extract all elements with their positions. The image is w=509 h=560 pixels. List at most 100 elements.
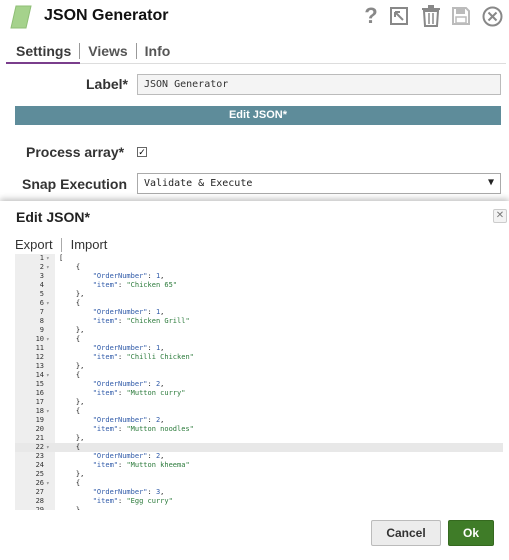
line-number: 13 <box>35 362 44 370</box>
fold-toggle-icon[interactable]: ▾ <box>46 299 54 308</box>
code-text: "OrderNumber": 3, <box>92 488 165 496</box>
line-number: 29 <box>35 506 44 510</box>
code-line[interactable]: 18 ▾ { <box>15 407 503 416</box>
code-text: "OrderNumber": 2, <box>92 452 165 460</box>
code-line[interactable]: 8 "item": "Chicken Grill" <box>15 317 503 326</box>
code-text: { <box>59 479 81 487</box>
code-line[interactable]: 9 }, <box>15 326 503 335</box>
line-number: 11 <box>35 344 44 352</box>
label-input[interactable]: JSON Generator <box>137 74 501 95</box>
code-text: "item": "Chilli Chicken" <box>92 353 194 361</box>
fold-toggle-icon[interactable]: ▾ <box>46 263 54 272</box>
code-line[interactable]: 11 "OrderNumber": 1, <box>15 344 503 353</box>
line-number: 18 <box>35 407 44 415</box>
process-array-checkbox[interactable]: ✓ <box>137 147 147 157</box>
code-text: "item": "Mutton noodles" <box>92 425 194 433</box>
code-text: "OrderNumber": 2, <box>92 416 165 424</box>
line-number: 25 <box>35 470 44 478</box>
code-line[interactable]: 10 ▾ { <box>15 335 503 344</box>
code-line[interactable]: 4 "item": "Chicken 65" <box>15 281 503 290</box>
line-number: 8 <box>39 317 44 325</box>
line-number: 24 <box>35 461 44 469</box>
code-text: } <box>59 506 81 510</box>
code-line[interactable]: 25 }, <box>15 470 503 479</box>
import-menu-item[interactable]: Import <box>71 237 108 252</box>
code-line[interactable]: 19 "OrderNumber": 2, <box>15 416 503 425</box>
code-line[interactable]: 22 ▾ { <box>15 443 503 452</box>
snap-execution-select[interactable]: Validate & Execute ▼ <box>137 173 501 194</box>
code-text: { <box>59 335 81 343</box>
delete-icon[interactable] <box>420 4 442 28</box>
snap-execution-value: Validate & Execute <box>144 178 253 189</box>
code-line[interactable]: 7 "OrderNumber": 1, <box>15 308 503 317</box>
close-icon[interactable]: ✕ <box>493 209 507 223</box>
line-number: 22 <box>35 443 44 451</box>
line-number: 20 <box>35 425 44 433</box>
tab-views[interactable]: Views <box>80 42 135 62</box>
fold-toggle-icon[interactable]: ▾ <box>46 335 54 344</box>
cancel-button[interactable]: Cancel <box>371 520 441 546</box>
line-number: 15 <box>35 380 44 388</box>
code-text: "item": "Egg curry" <box>92 497 173 505</box>
code-line[interactable]: 21 }, <box>15 434 503 443</box>
export-icon[interactable] <box>388 4 410 28</box>
line-number: 26 <box>35 479 44 487</box>
help-icon[interactable]: ? <box>360 3 382 28</box>
code-line[interactable]: 24 "item": "Mutton kheema" <box>15 461 503 470</box>
code-line[interactable]: 13 }, <box>15 362 503 371</box>
code-line[interactable]: 16 "item": "Mutton curry" <box>15 389 503 398</box>
save-icon[interactable] <box>450 4 472 28</box>
line-number: 14 <box>35 371 44 379</box>
fold-toggle-icon[interactable]: ▾ <box>46 371 54 380</box>
code-text: "item": "Chicken 65" <box>92 281 178 289</box>
code-line[interactable]: 20 "item": "Mutton noodles" <box>15 425 503 434</box>
code-line[interactable]: 5 }, <box>15 290 503 299</box>
code-line[interactable]: 29 } <box>15 506 503 510</box>
code-text: }, <box>59 326 85 334</box>
fold-toggle-icon[interactable]: ▾ <box>46 443 54 452</box>
edit-json-button[interactable]: Edit JSON* <box>15 106 501 125</box>
close-icon[interactable] <box>481 4 503 28</box>
code-text: }, <box>59 398 85 406</box>
code-text: "item": "Chicken Grill" <box>92 317 190 325</box>
json-code-editor[interactable]: 1 ▾[2 ▾ {3 "OrderNumber": 1, 4 "item": "Chi… <box>15 254 503 510</box>
code-text: { <box>59 407 81 415</box>
code-line[interactable]: 23 "OrderNumber": 2, <box>15 452 503 461</box>
code-line[interactable]: 3 "OrderNumber": 1, <box>15 272 503 281</box>
line-number: 1 <box>39 254 44 262</box>
code-line[interactable]: 15 "OrderNumber": 2, <box>15 380 503 389</box>
export-menu-item[interactable]: Export <box>15 237 53 252</box>
code-line[interactable]: 28 "item": "Egg curry" <box>15 497 503 506</box>
code-text: "OrderNumber": 1, <box>92 344 165 352</box>
code-line[interactable]: 12 "item": "Chilli Chicken" <box>15 353 503 362</box>
edit-json-title: Edit JSON* <box>16 209 90 225</box>
tab-bar: Settings Views Info <box>8 42 178 62</box>
code-text: "OrderNumber": 2, <box>92 380 165 388</box>
chevron-down-icon: ▼ <box>487 177 494 188</box>
fold-toggle-icon[interactable]: ▾ <box>46 479 54 488</box>
code-line[interactable]: 17 }, <box>15 398 503 407</box>
code-line[interactable]: 14 ▾ { <box>15 371 503 380</box>
tab-info[interactable]: Info <box>137 42 179 62</box>
code-text: }, <box>59 362 85 370</box>
code-line[interactable]: 6 ▾ { <box>15 299 503 308</box>
line-number: 10 <box>35 335 44 343</box>
fold-toggle-icon[interactable]: ▾ <box>46 407 54 416</box>
active-tab-indicator <box>6 62 80 64</box>
line-number: 9 <box>39 326 44 334</box>
dialog-title: JSON Generator <box>44 7 169 24</box>
code-line[interactable]: 26 ▾ { <box>15 479 503 488</box>
code-text: { <box>59 263 81 271</box>
code-line[interactable]: 27 "OrderNumber": 3, <box>15 488 503 497</box>
line-number: 3 <box>39 272 44 280</box>
code-line[interactable]: 1 ▾ [ <box>15 254 503 263</box>
fold-toggle-icon[interactable]: ▾ <box>46 254 54 263</box>
tab-settings[interactable]: Settings <box>8 42 79 62</box>
code-line[interactable]: 2 ▾ { <box>15 263 503 272</box>
line-number: 2 <box>39 263 44 271</box>
code-text: [ <box>59 254 64 262</box>
code-text: { <box>59 299 81 307</box>
line-number: 28 <box>35 497 44 505</box>
process-array-label: Process array* <box>26 144 125 160</box>
ok-button[interactable]: Ok <box>448 520 494 546</box>
